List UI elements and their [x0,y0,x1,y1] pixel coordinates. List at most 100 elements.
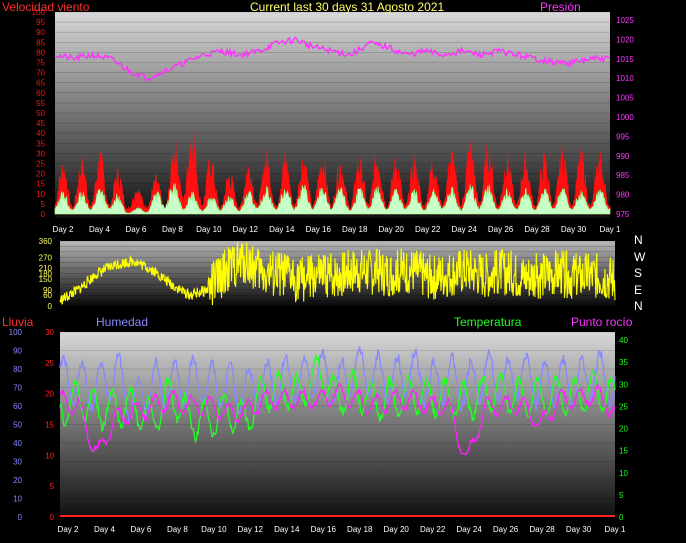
temperature-tick-label: 40 [619,336,628,345]
rain-tick-label: 30 [45,328,54,337]
pressure-tick-label: 985 [616,171,630,180]
x-tick-label: Day 16 [306,225,332,234]
temperature-tick-label: 15 [619,447,628,456]
x-tick-label: Day 18 [347,525,373,534]
temperature-tick-label: 5 [619,491,624,500]
x-tick-label: Day 10 [196,225,222,234]
wind-tick-label: 95 [36,18,45,27]
weather-charts: 0510152025303540455055606570758085909510… [9,8,635,534]
x-tick-label: Day 20 [379,225,405,234]
x-tick-label: Day 10 [201,525,227,534]
wind-tick-label: 50 [36,109,45,118]
wind-tick-label: 65 [36,79,45,88]
wind-tick-label: 20 [36,170,45,179]
compass-n-top: N [634,233,643,247]
humidity-tick-label: 50 [13,421,22,430]
compass-s: S [634,266,643,280]
humidity-tick-label: 10 [13,495,22,504]
pressure-tick-label: 1025 [616,16,634,25]
wind-tick-label: 5 [41,200,46,209]
dew-point-label: Punto rocío [571,315,633,329]
humidity-tick-label: 80 [13,365,22,374]
x-tick-label: Day 22 [420,525,446,534]
humidity-tick-label: 30 [13,458,22,467]
compass-e: E [634,283,643,297]
x-tick-label: Day 14 [269,225,295,234]
humidity-tick-label: 60 [13,402,22,411]
x-tick-label: Day 18 [342,225,368,234]
x-tick-label: Day 6 [125,225,146,234]
compass-n-bottom: N [634,299,643,313]
wind-tick-label: 40 [36,129,45,138]
wind-tick-label: 45 [36,119,45,128]
pressure-label: Presión [540,0,581,14]
x-tick-label: Day 8 [162,225,183,234]
humidity-label: Humedad [96,315,149,329]
wind-tick-label: 75 [36,59,45,68]
x-tick-label: Day 4 [89,225,110,234]
rain-tick-label: 15 [45,421,54,430]
wind-tick-label: 30 [36,149,45,158]
pressure-tick-label: 1010 [616,74,634,83]
direction-tick-label: 0 [48,302,53,311]
chart-title: Current last 30 days 31 Agosto 2021 [250,0,445,14]
rain-tick-label: 10 [45,451,54,460]
wind-tick-label: 15 [36,180,45,189]
direction-tick-label: 270 [39,253,53,262]
humidity-tick-label: 20 [13,476,22,485]
wind-tick-label: 90 [36,28,45,37]
temperature-label: Temperatura [454,315,522,329]
x-tick-label: Day 20 [384,525,410,534]
x-tick-label: Day 24 [456,525,482,534]
direction-tick-label: 90 [43,286,52,295]
temperature-tick-label: 30 [619,380,628,389]
wind-tick-label: 35 [36,139,45,148]
humidity-tick-label: 90 [13,347,22,356]
x-tick-label: Day 12 [238,525,264,534]
x-tick-label: Day 28 [524,225,550,234]
wind-tick-label: 55 [36,99,45,108]
pressure-tick-label: 990 [616,152,630,161]
wind-tick-label: 80 [36,48,45,57]
rain-label: Lluvia [2,315,34,329]
x-tick-label: Day 8 [167,525,188,534]
x-tick-label: Day 4 [94,525,115,534]
wind-tick-label: 70 [36,69,45,78]
wind-tick-label: 10 [36,190,45,199]
x-tick-label: Day 30 [561,225,587,234]
pressure-tick-label: 1000 [616,113,634,122]
pressure-tick-label: 975 [616,210,630,219]
humidity-tick-label: 0 [18,513,23,522]
pressure-tick-label: 995 [616,132,630,141]
x-tick-label: Day 14 [274,525,300,534]
x-tick-label: Day 16 [311,525,337,534]
x-tick-label: Day 2 [53,225,74,234]
direction-tick-label: 360 [39,237,53,246]
x-tick-label: Day 6 [130,525,151,534]
wind-tick-label: 25 [36,160,45,169]
x-tick-label: Day 1 [605,525,626,534]
x-tick-label: Day 28 [529,525,555,534]
humidity-tick-label: 100 [9,328,23,337]
x-tick-label: Day 24 [451,225,477,234]
x-tick-label: Day 22 [415,225,441,234]
rain-tick-label: 0 [50,513,55,522]
wind-tick-label: 60 [36,89,45,98]
humidity-tick-label: 40 [13,439,22,448]
temperature-tick-label: 0 [619,513,624,522]
x-tick-label: Day 12 [233,225,259,234]
x-tick-label: Day 26 [488,225,514,234]
temperature-tick-label: 25 [619,402,628,411]
pressure-tick-label: 980 [616,191,630,200]
rain-tick-label: 25 [45,359,54,368]
pressure-tick-label: 1020 [616,35,634,44]
x-tick-label: Day 26 [493,525,519,534]
temperature-tick-label: 20 [619,425,628,434]
rain-tick-label: 5 [50,482,55,491]
pressure-tick-label: 1015 [616,55,634,64]
compass-w: W [634,250,646,264]
rain-tick-label: 20 [45,390,54,399]
temperature-tick-label: 10 [619,469,628,478]
wind-speed-label: Velocidad viento [2,0,90,14]
wind-tick-label: 85 [36,38,45,47]
